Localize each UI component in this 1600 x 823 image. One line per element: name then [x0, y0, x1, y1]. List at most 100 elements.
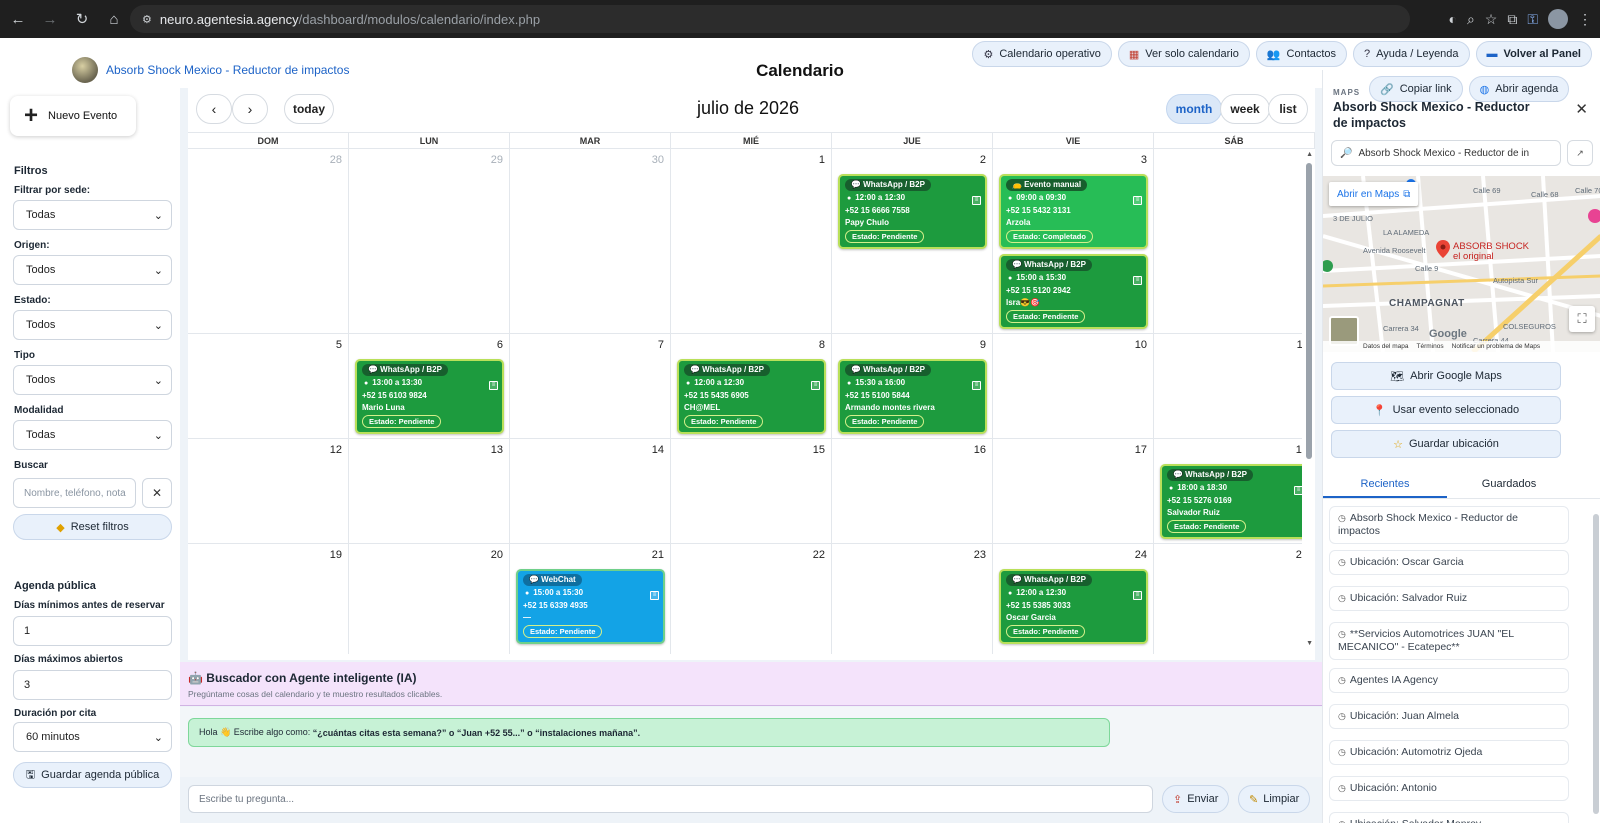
password-key-icon[interactable]: ⚿: [1527, 11, 1538, 28]
profile-avatar[interactable]: [1548, 9, 1568, 29]
filter-modalidad-select[interactable]: Todas ⌄: [13, 420, 172, 450]
calendar-day-cell[interactable]: 13: [349, 439, 510, 543]
recent-location-item[interactable]: ◷ **Servicios Automotrices JUAN "EL MECAN…: [1329, 622, 1569, 660]
back-icon[interactable]: ←: [4, 5, 32, 33]
calendar-day-cell[interactable]: 10: [993, 334, 1154, 438]
calendar-scrollbar[interactable]: [1306, 163, 1312, 459]
address-bar[interactable]: ⚙ neuro.agentesia.agency/dashboard/modul…: [130, 5, 1410, 33]
notes-icon[interactable]: ≡: [1133, 276, 1142, 285]
calendar-day-cell[interactable]: 17: [993, 439, 1154, 543]
performance-icon[interactable]: ◐: [1448, 11, 1456, 27]
open-in-maps-link[interactable]: Abrir en Maps ⧉: [1329, 182, 1419, 206]
map-report-link[interactable]: Notificar un problema de Maps: [1452, 343, 1541, 350]
day-number[interactable]: 3: [1141, 154, 1147, 166]
min-days-input[interactable]: 1: [13, 616, 172, 646]
brand-name[interactable]: Absorb Shock Mexico - Reductor de impact…: [106, 63, 349, 77]
notes-icon[interactable]: ≡: [1133, 591, 1142, 600]
day-number[interactable]: 30: [652, 154, 664, 166]
tab-recientes[interactable]: Recientes: [1323, 472, 1447, 498]
maps-search-input[interactable]: 🔎 Absorb Shock Mexico - Reductor de in: [1331, 140, 1561, 166]
filter-tipo-select[interactable]: Todos ⌄: [13, 365, 172, 395]
embedded-map[interactable]: Abrir en Maps ⧉ Calle 69 Calle 68 Calle 7…: [1323, 176, 1600, 352]
calendar-day-cell[interactable]: 7: [510, 334, 671, 438]
calendar-day-cell[interactable]: 11: [1154, 334, 1302, 438]
map-place-label[interactable]: ABSORB SHOCK el original: [1453, 242, 1529, 262]
day-number[interactable]: 13: [491, 444, 503, 456]
day-number[interactable]: 28: [330, 154, 342, 166]
reload-icon[interactable]: ↻: [68, 5, 96, 33]
calendar-event[interactable]: 💬 WhatsApp / B2P15:00 a 15:30+52 15 5120…: [999, 254, 1148, 329]
calendar-day-cell[interactable]: 5: [188, 334, 349, 438]
notes-icon[interactable]: ≡: [650, 591, 659, 600]
day-number[interactable]: 9: [980, 339, 986, 351]
notes-icon[interactable]: ≡: [489, 381, 498, 390]
day-number[interactable]: 14: [652, 444, 664, 456]
day-number[interactable]: 5: [336, 339, 342, 351]
view-month-button[interactable]: month: [1166, 94, 1222, 124]
recent-location-item[interactable]: ◷ Absorb Shock Mexico - Reductor de impac…: [1329, 506, 1569, 544]
map-terms-link[interactable]: Términos: [1417, 343, 1444, 350]
map-data-link[interactable]: Datos del mapa: [1363, 343, 1409, 350]
forward-icon[interactable]: →: [36, 5, 64, 33]
calendar-day-cell[interactable]: 19: [188, 544, 349, 654]
use-selected-event-button[interactable]: 📍 Usar evento seleccionado: [1331, 396, 1561, 424]
day-number[interactable]: 10: [1135, 339, 1147, 351]
calendar-event[interactable]: 💬 WhatsApp / B2P15:30 a 16:00+52 15 5100…: [838, 359, 987, 434]
home-icon[interactable]: ⌂: [100, 5, 128, 33]
calendar-day-cell[interactable]: 14: [510, 439, 671, 543]
prev-month-button[interactable]: ‹: [196, 94, 232, 124]
save-agenda-button[interactable]: 🖫 Guardar agenda pública: [13, 762, 172, 788]
volver-panel-button[interactable]: ▬ Volver al Panel: [1475, 41, 1592, 67]
calendar-day-cell[interactable]: 15: [671, 439, 832, 543]
ai-clear-button[interactable]: ✎ Limpiar: [1238, 785, 1311, 813]
calendar-day-cell[interactable]: 23: [832, 544, 993, 654]
day-number[interactable]: 22: [813, 549, 825, 561]
calendar-event[interactable]: 💬 WhatsApp / B2P12:00 a 12:30+52 15 5435…: [677, 359, 826, 434]
external-link-icon[interactable]: ↗: [1567, 140, 1593, 166]
day-number[interactable]: 11: [1297, 339, 1302, 351]
new-event-button[interactable]: + Nuevo Evento: [10, 96, 136, 136]
day-number[interactable]: 20: [491, 549, 503, 561]
calendar-day-cell[interactable]: 12: [188, 439, 349, 543]
today-button[interactable]: today: [284, 94, 334, 124]
filter-sede-select[interactable]: Todas ⌄: [13, 200, 172, 230]
contactos-button[interactable]: 👥 Contactos: [1255, 41, 1348, 67]
filter-origen-select[interactable]: Todos ⌄: [13, 255, 172, 285]
day-number[interactable]: 7: [658, 339, 664, 351]
clear-search-button[interactable]: ✕: [142, 478, 172, 508]
day-number[interactable]: 19: [330, 549, 342, 561]
calendar-event[interactable]: 💬 WhatsApp / B2P12:00 a 12:30+52 15 6666…: [838, 174, 987, 249]
recent-location-item[interactable]: ◷ Ubicación: Salvador Monroy: [1329, 812, 1569, 823]
menu-dots-icon[interactable]: ⋮: [1578, 11, 1592, 28]
calendar-event[interactable]: 💬 WhatsApp / B2P12:00 a 12:30+52 15 5385…: [999, 569, 1148, 644]
recent-location-item[interactable]: ◷ Agentes IA Agency: [1329, 668, 1569, 693]
search-input[interactable]: [13, 478, 136, 508]
view-week-button[interactable]: week: [1220, 94, 1270, 124]
day-number[interactable]: 25: [1296, 549, 1302, 561]
calendar-day-cell[interactable]: 20: [349, 544, 510, 654]
save-location-button[interactable]: ☆ Guardar ubicación: [1331, 430, 1561, 458]
calendar-day-cell[interactable]: 22: [671, 544, 832, 654]
scroll-up-icon[interactable]: ▲: [1306, 151, 1313, 158]
calendar-event[interactable]: 💬 WebChat15:00 a 15:30+52 15 6339 4935 — E…: [516, 569, 665, 644]
ai-send-button[interactable]: ⇪ Enviar: [1162, 785, 1230, 813]
day-number[interactable]: 21: [652, 549, 664, 561]
notes-icon[interactable]: ≡: [1133, 196, 1142, 205]
day-number[interactable]: 24: [1135, 549, 1147, 561]
recent-location-item[interactable]: ◷ Ubicación: Juan Almela: [1329, 704, 1569, 729]
day-number[interactable]: 6: [497, 339, 503, 351]
duration-select[interactable]: 60 minutos ⌄: [13, 722, 172, 752]
notes-icon[interactable]: ≡: [972, 196, 981, 205]
recent-location-item[interactable]: ◷ Ubicación: Antonio: [1329, 776, 1569, 801]
calendar-event[interactable]: 💬 WhatsApp / B2P18:00 a 18:30+52 15 5276…: [1160, 464, 1302, 539]
calendar-event[interactable]: 💬 WhatsApp / B2P13:00 a 13:30+52 15 6103…: [355, 359, 504, 434]
calendar-day-cell[interactable]: 4: [1154, 149, 1303, 333]
notes-icon[interactable]: ≡: [811, 381, 820, 390]
view-list-button[interactable]: list: [1268, 94, 1308, 124]
day-number[interactable]: 16: [974, 444, 986, 456]
notes-icon[interactable]: ≡: [972, 381, 981, 390]
map-pin-icon[interactable]: [1436, 240, 1450, 258]
calendario-operativo-button[interactable]: ⚙ Calendario operativo: [972, 41, 1112, 67]
recent-location-item[interactable]: ◷ Ubicación: Automotriz Ojeda: [1329, 740, 1569, 765]
calendar-day-cell[interactable]: 29: [349, 149, 510, 333]
